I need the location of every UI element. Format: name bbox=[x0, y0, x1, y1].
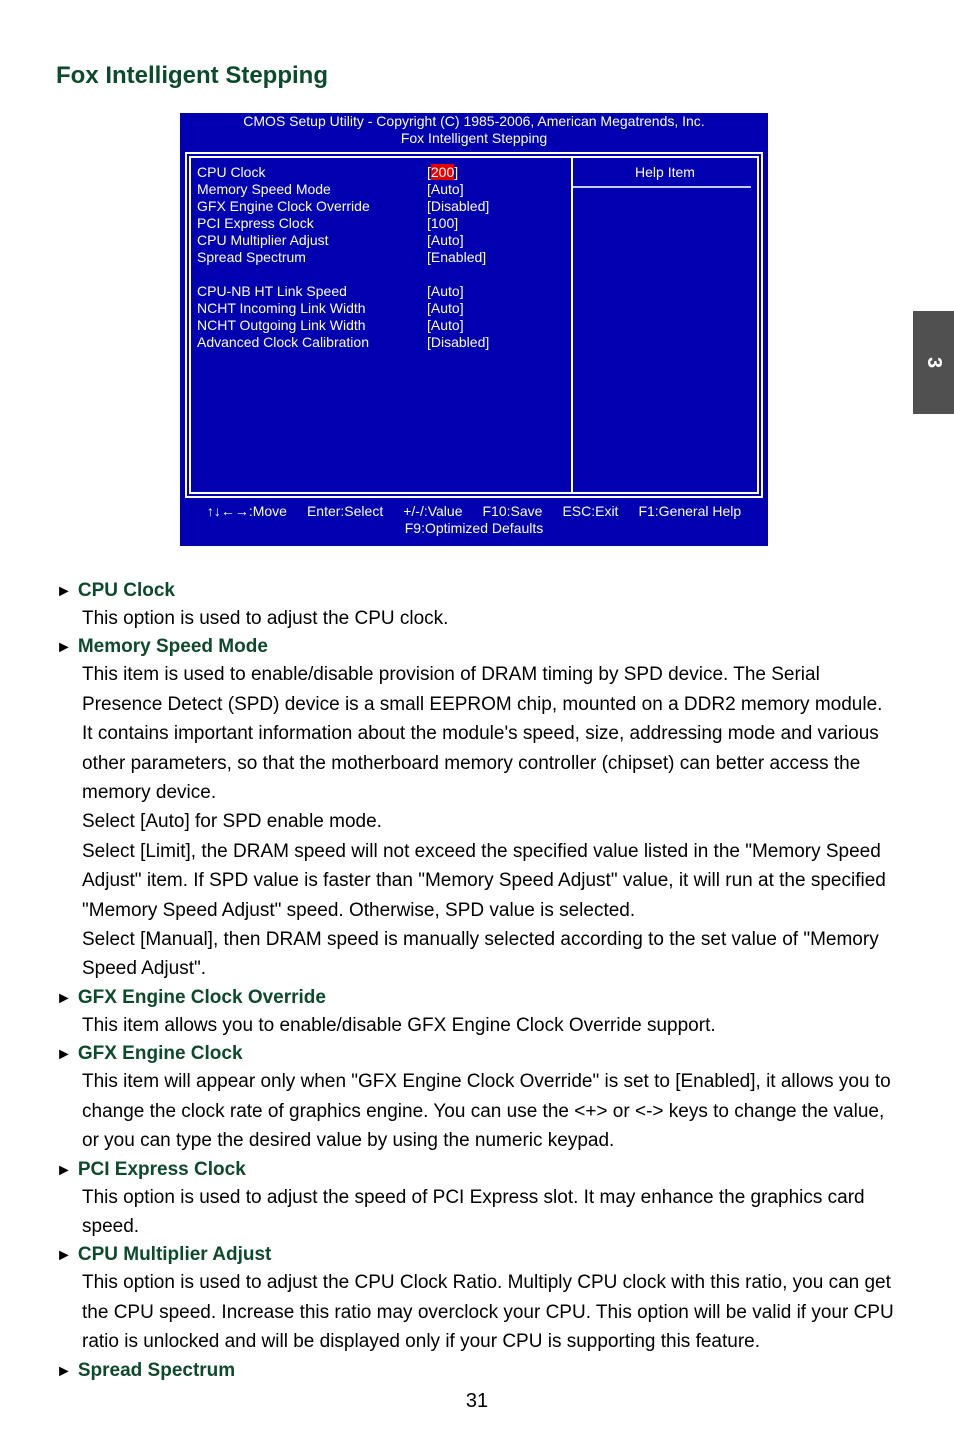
bios-key-legend: ↑↓←→:Move Enter:Select +/-/:Value F10:Sa… bbox=[180, 503, 768, 520]
heading-text: CPU Multiplier Adjust bbox=[77, 1244, 272, 1266]
setting-label: GFX Engine Clock Override bbox=[197, 198, 370, 214]
selected-value[interactable]: 200 bbox=[430, 164, 455, 180]
setting-label: CPU-NB HT Link Speed bbox=[197, 283, 347, 299]
setting-value[interactable]: [Enabled] bbox=[427, 249, 486, 266]
section-heading-memory-speed-mode: ► Memory Speed Mode bbox=[56, 633, 896, 660]
page-title: Fox Intelligent Stepping bbox=[56, 62, 328, 89]
page-number: 31 bbox=[465, 1390, 489, 1412]
triangle-right-icon: ► bbox=[56, 1247, 72, 1265]
triangle-right-icon: ► bbox=[56, 1046, 72, 1064]
paragraph: This item allows you to enable/disable G… bbox=[82, 1014, 716, 1036]
section-heading-cpu-clock: ► CPU Clock bbox=[56, 577, 896, 604]
bios-footer: ↑↓←→:Move Enter:Select +/-/:Value F10:Sa… bbox=[180, 503, 768, 537]
setting-label: Memory Speed Mode bbox=[197, 181, 331, 197]
bios-setting-memory-speed-mode[interactable]: Memory Speed Mode [Auto] bbox=[197, 181, 567, 198]
setting-value[interactable]: [Auto] bbox=[427, 232, 464, 249]
bios-setting-ncht-outgoing-link-width[interactable]: NCHT Outgoing Link Width [Auto] bbox=[197, 317, 567, 334]
paragraph: Select [Auto] for SPD enable mode. bbox=[82, 811, 382, 833]
bios-screen-title: Fox Intelligent Stepping bbox=[400, 130, 548, 146]
section-heading-gfx-engine-clock: ► GFX Engine Clock bbox=[56, 1040, 896, 1067]
bios-setting-advanced-clock-calibration[interactable]: Advanced Clock Calibration [Disabled] bbox=[197, 334, 567, 351]
paragraph: This option is used to adjust the CPU cl… bbox=[82, 608, 449, 629]
setting-label: PCI Express Clock bbox=[197, 215, 314, 231]
triangle-right-icon: ► bbox=[56, 1362, 72, 1380]
heading-text: GFX Engine Clock Override bbox=[77, 986, 326, 1008]
triangle-right-icon: ► bbox=[56, 989, 72, 1007]
triangle-right-icon: ► bbox=[56, 639, 72, 657]
key-optimized-defaults: F9:Optimized Defaults bbox=[404, 520, 544, 536]
bios-settings-list: CPU Clock [200] Memory Speed Mode [Auto]… bbox=[197, 164, 567, 351]
setting-value[interactable]: [Auto] bbox=[427, 181, 464, 198]
bios-setting-gfx-engine-clock-override[interactable]: GFX Engine Clock Override [Disabled] bbox=[197, 198, 567, 215]
key-move: ↑↓←→:Move bbox=[206, 503, 287, 519]
paragraph: Select [Manual], then DRAM speed is manu… bbox=[82, 929, 879, 980]
setting-label: NCHT Incoming Link Width bbox=[197, 300, 366, 316]
setting-label: Spread Spectrum bbox=[197, 249, 306, 265]
help-item-title: Help Item bbox=[635, 164, 695, 180]
key-value: +/-/:Value bbox=[403, 503, 463, 519]
bios-spacer bbox=[197, 266, 567, 283]
section-heading-gfx-engine-clock-override: ► GFX Engine Clock Override bbox=[56, 984, 896, 1011]
setting-value[interactable]: [Auto] bbox=[427, 283, 464, 300]
key-select: Enter:Select bbox=[306, 503, 384, 519]
setting-value[interactable]: [100] bbox=[427, 215, 458, 232]
bios-screenshot: CMOS Setup Utility - Copyright (C) 1985-… bbox=[180, 113, 768, 546]
heading-text: CPU Clock bbox=[77, 580, 175, 601]
section-heading-spread-spectrum: ► Spread Spectrum bbox=[56, 1357, 896, 1384]
bios-setting-cpu-nb-ht-link-speed[interactable]: CPU-NB HT Link Speed [Auto] bbox=[197, 283, 567, 300]
setting-value[interactable]: [Auto] bbox=[427, 300, 464, 317]
chapter-tab: 3 bbox=[913, 311, 954, 414]
triangle-right-icon: ► bbox=[56, 583, 72, 600]
setting-value[interactable]: [Auto] bbox=[427, 317, 464, 334]
key-exit: ESC:Exit bbox=[562, 503, 619, 519]
setting-label: NCHT Outgoing Link Width bbox=[197, 317, 366, 333]
bracket: ] bbox=[454, 164, 459, 180]
help-divider bbox=[573, 186, 751, 188]
key-general-help: F1:General Help bbox=[638, 503, 742, 519]
paragraph: This item is used to enable/disable prov… bbox=[82, 664, 883, 804]
setting-label: CPU Multiplier Adjust bbox=[197, 232, 329, 248]
bios-inner-frame: CPU Clock [200] Memory Speed Mode [Auto]… bbox=[189, 156, 759, 494]
setting-value[interactable]: [200] bbox=[427, 164, 458, 181]
setting-label: Advanced Clock Calibration bbox=[197, 334, 369, 350]
setting-value[interactable]: [Disabled] bbox=[427, 198, 489, 215]
section-heading-pci-express-clock: ► PCI Express Clock bbox=[56, 1156, 896, 1183]
heading-text: Memory Speed Mode bbox=[77, 636, 268, 658]
bios-setting-pci-express-clock[interactable]: PCI Express Clock [100] bbox=[197, 215, 567, 232]
setting-label: CPU Clock bbox=[197, 164, 266, 180]
heading-text: PCI Express Clock bbox=[77, 1158, 246, 1180]
bios-setting-cpu-clock[interactable]: CPU Clock [200] bbox=[197, 164, 567, 181]
paragraph: This option is used to adjust the speed … bbox=[82, 1186, 865, 1237]
description-content: ► CPU Clock This option is used to adjust… bbox=[56, 577, 896, 1384]
bios-setting-ncht-incoming-link-width[interactable]: NCHT Incoming Link Width [Auto] bbox=[197, 300, 567, 317]
bios-header: CMOS Setup Utility - Copyright (C) 1985-… bbox=[180, 113, 768, 147]
paragraph: Select [Limit], the DRAM speed will not … bbox=[82, 840, 886, 921]
bios-setting-spread-spectrum[interactable]: Spread Spectrum [Enabled] bbox=[197, 249, 567, 266]
chapter-number: 3 bbox=[923, 356, 945, 369]
paragraph: This item will appear only when "GFX Eng… bbox=[82, 1071, 891, 1152]
bios-frame: CPU Clock [200] Memory Speed Mode [Auto]… bbox=[185, 152, 763, 498]
triangle-right-icon: ► bbox=[56, 1161, 72, 1179]
bios-column-divider bbox=[571, 158, 573, 492]
key-save: F10:Save bbox=[482, 503, 543, 519]
section-heading-cpu-multiplier-adjust: ► CPU Multiplier Adjust bbox=[56, 1241, 896, 1268]
paragraph: This option is used to adjust the CPU Cl… bbox=[82, 1272, 894, 1353]
bios-setting-cpu-multiplier-adjust[interactable]: CPU Multiplier Adjust [Auto] bbox=[197, 232, 567, 249]
heading-text: GFX Engine Clock bbox=[77, 1043, 243, 1065]
bios-copyright: CMOS Setup Utility - Copyright (C) 1985-… bbox=[243, 113, 705, 129]
setting-value[interactable]: [Disabled] bbox=[427, 334, 489, 351]
heading-text: Spread Spectrum bbox=[77, 1359, 236, 1381]
